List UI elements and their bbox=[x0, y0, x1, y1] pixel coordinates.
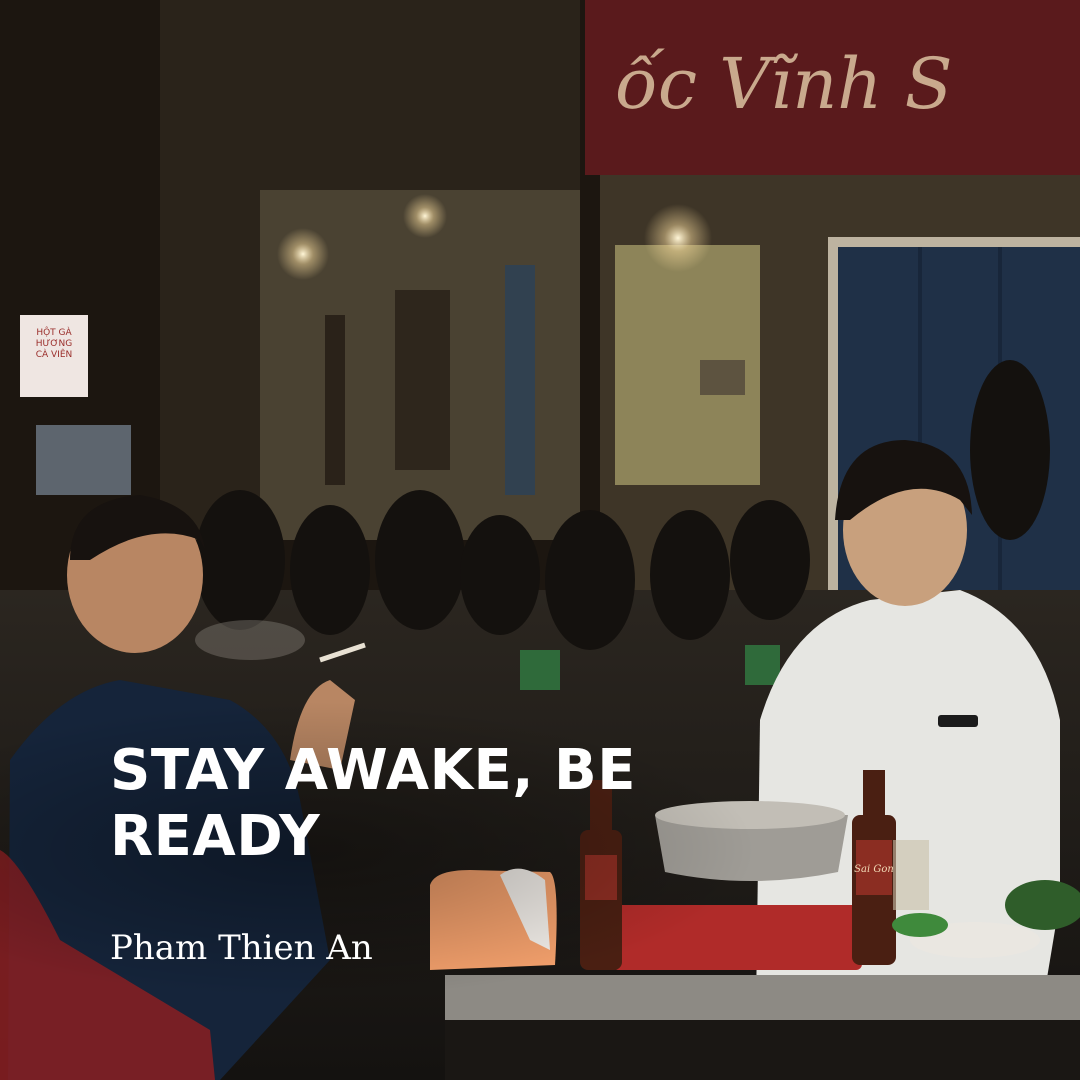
street-lamp bbox=[403, 194, 447, 238]
poster-title: STAY AWAKE, BE READY bbox=[110, 738, 636, 869]
bottle-label: Sai Gon bbox=[854, 864, 894, 875]
street-lamp bbox=[644, 204, 712, 272]
street-lamp bbox=[277, 228, 329, 280]
shop-sign-text: ốc Vĩnh S bbox=[615, 43, 953, 125]
poster: ốc Vĩnh S HỘT GÀ HƯƠNG CÀ VIÊN Sai Gon S… bbox=[0, 0, 1080, 1080]
green-bowl bbox=[892, 913, 948, 937]
director-credit: Pham Thien An bbox=[110, 928, 373, 968]
smoke bbox=[195, 620, 305, 660]
street-sign-text: HỘT GÀ HƯƠNG CÀ VIÊN bbox=[36, 326, 73, 360]
glass bbox=[893, 840, 929, 910]
